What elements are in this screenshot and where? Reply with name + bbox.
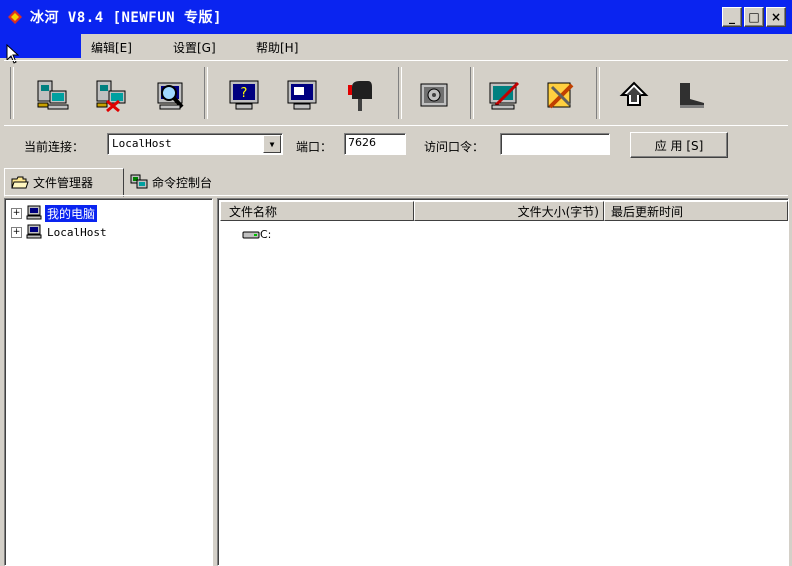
mailbox-icon: [348, 81, 372, 111]
list-item-name: C:: [260, 228, 272, 241]
maximize-icon: □: [748, 10, 760, 24]
host-tree: + 我的电脑 + LocalHost: [4, 198, 213, 566]
menu-item-edit[interactable]: 编辑[E]: [91, 39, 132, 56]
tree-item-my-computer[interactable]: + 我的电脑: [11, 204, 98, 222]
up-arrow-button[interactable]: [614, 75, 654, 115]
screen-capture-icon: [287, 80, 317, 110]
delete-host-button[interactable]: [91, 75, 131, 115]
port-input[interactable]: 7626: [344, 133, 406, 155]
boot-icon: [680, 83, 704, 108]
toolbar-separator: [470, 67, 474, 119]
column-header-name[interactable]: 文件名称: [220, 201, 414, 221]
console-computers-icon: [130, 174, 148, 189]
tab-command-console[interactable]: 命令控制台: [124, 170, 242, 194]
add-host-icon: [37, 80, 69, 110]
settings-gear-icon: [420, 83, 448, 107]
computer-icon: [26, 224, 42, 239]
toolbar-separator: [10, 67, 14, 119]
toolbar-separator: [398, 67, 402, 119]
close-icon: ×: [770, 10, 782, 24]
window-title: 冰河 V8.4 [NEWFUN 专版]: [30, 10, 222, 26]
tab-file-manager-label: 文件管理器: [33, 176, 94, 190]
toolbar: ?: [4, 60, 788, 126]
connection-bar: 当前连接： LocalHost ▼ 端口： 7626 访问口令： 应 用 [S]: [4, 125, 788, 166]
toolbar-separator: [204, 67, 208, 119]
toolbar-separator: [596, 67, 600, 119]
delete-host-icon: [96, 80, 126, 113]
help-monitor-button[interactable]: ?: [224, 75, 264, 115]
tree-item-label: 我的电脑: [45, 204, 98, 222]
tools-icon: [547, 82, 574, 109]
minimize-button[interactable]: _: [722, 7, 742, 27]
add-host-button[interactable]: [32, 75, 72, 115]
maximize-button[interactable]: □: [744, 7, 764, 27]
current-connection-label: 当前连接：: [24, 140, 85, 154]
menu-bar: 编辑[E] 设置[G] 帮助[H]: [0, 34, 792, 64]
mailbox-button[interactable]: [340, 75, 380, 115]
settings-gear-button[interactable]: [414, 75, 454, 115]
svg-text:?: ?: [241, 86, 248, 101]
apply-button[interactable]: 应 用 [S]: [630, 132, 728, 158]
column-header-modified[interactable]: 最后更新时间: [604, 201, 788, 221]
column-header-size[interactable]: 文件大小(字节): [414, 201, 604, 221]
expand-icon[interactable]: +: [11, 226, 22, 238]
help-monitor-icon: ?: [229, 80, 259, 110]
current-connection-value: LocalHost: [112, 137, 172, 150]
screen-capture-button[interactable]: [282, 75, 322, 115]
tree-item-localhost[interactable]: + LocalHost: [11, 224, 109, 240]
tree-item-label: LocalHost: [47, 225, 107, 239]
boot-button[interactable]: [670, 75, 710, 115]
title-bar: 冰河 V8.4 [NEWFUN 专版] _ □ ×: [0, 0, 792, 34]
edit-config-button[interactable]: [484, 75, 524, 115]
password-input[interactable]: [500, 133, 610, 155]
menu-item-settings[interactable]: 设置[G]: [173, 39, 216, 56]
menu-item-help[interactable]: 帮助[H]: [256, 39, 298, 56]
tools-button[interactable]: [540, 75, 580, 115]
tab-command-console-label: 命令控制台: [152, 175, 213, 190]
port-label: 端口：: [296, 140, 333, 154]
computer-icon: [26, 205, 42, 220]
tab-divider: [4, 195, 788, 196]
current-connection-select[interactable]: LocalHost ▼: [107, 133, 283, 155]
file-list: 文件名称 文件大小(字节) 最后更新时间 C:: [217, 198, 789, 566]
password-label: 访问口令：: [424, 140, 485, 154]
app-logo-icon: [8, 10, 22, 24]
close-button[interactable]: ×: [766, 7, 786, 27]
edit-config-icon: [489, 81, 520, 110]
drive-icon: [242, 231, 260, 238]
search-host-icon: [157, 82, 184, 110]
search-host-button[interactable]: [150, 75, 190, 115]
minimize-icon: _: [729, 10, 735, 24]
expand-icon[interactable]: +: [11, 207, 22, 219]
chevron-down-icon[interactable]: ▼: [263, 135, 281, 153]
list-item[interactable]: C:: [242, 228, 271, 241]
folder-open-icon: [11, 176, 29, 188]
up-arrow-icon: [619, 81, 649, 106]
tab-file-manager[interactable]: 文件管理器: [4, 168, 124, 197]
